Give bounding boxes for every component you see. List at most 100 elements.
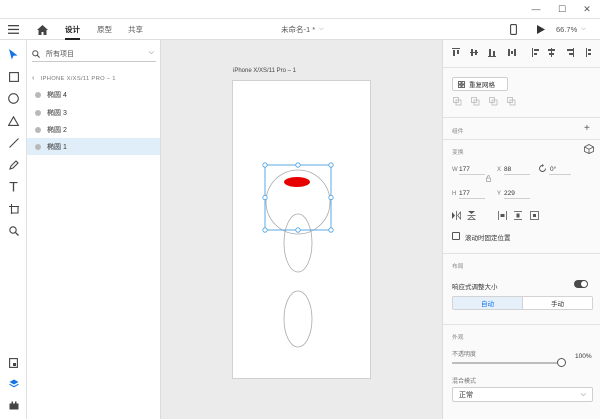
search-filter-label: 所有项目 — [46, 50, 74, 58]
width-value: 177 — [459, 166, 470, 173]
blend-mode-value: 正常 — [459, 391, 473, 399]
artboard-title[interactable]: iPhone X/XS/11 Pro – 1 — [233, 68, 296, 74]
chevron-down-icon: ⌵ — [580, 390, 586, 398]
responsive-resize-label: 响应式调整大小 — [452, 284, 498, 291]
triangle-icon[interactable] — [7, 114, 20, 127]
transform-section-label: 变换 — [452, 150, 464, 156]
minimize-button[interactable]: — — [530, 3, 542, 15]
artboard-icon[interactable] — [7, 202, 20, 215]
artboard[interactable] — [232, 80, 371, 379]
width-label: W — [452, 167, 458, 173]
opacity-slider-track[interactable] — [452, 362, 558, 364]
opacity-slider-thumb[interactable] — [557, 358, 566, 367]
blend-mode-select[interactable]: 正常 ⌵ — [452, 387, 593, 402]
tool-rail — [0, 40, 27, 419]
layer-item-selected[interactable]: 椭圆 1 — [27, 138, 160, 155]
add-component-button[interactable]: + — [584, 123, 590, 134]
title-bar: — ☐ ✕ — [0, 0, 600, 19]
repeat-grid-button[interactable]: 重复网格 — [452, 77, 508, 91]
appearance-section-label: 外观 — [452, 335, 464, 341]
zoom-level[interactable]: 66.7% ⌵ — [556, 19, 586, 40]
close-button[interactable]: ✕ — [581, 3, 593, 15]
ellipse-layer-icon — [35, 109, 41, 116]
resize-handle — [328, 194, 334, 201]
x-label: X — [497, 167, 502, 173]
layer-search[interactable]: 所有项目 ⌵ — [32, 46, 156, 62]
tab-share[interactable]: 共享 — [128, 19, 143, 40]
resize-handle — [295, 227, 301, 233]
x-value: 88 — [504, 166, 512, 173]
layer-item[interactable]: 椭圆 2 — [27, 121, 160, 138]
pen-icon[interactable] — [7, 158, 20, 171]
ellipse-icon[interactable] — [7, 92, 20, 105]
layer-label: 椭圆 2 — [47, 126, 67, 134]
search-icon — [32, 49, 40, 58]
property-inspector: 重复网格 组件 + 变换 W 177 X 88 0° H 177 Y 229 滚… — [442, 40, 600, 419]
resize-handle — [262, 194, 268, 201]
flip-distribute-icons[interactable] — [452, 211, 542, 220]
main-toolbar: 设计 原型 共享 未命名-1 * ⌵ 66.7% ⌵ — [0, 19, 600, 40]
3d-transform-icon[interactable] — [584, 144, 594, 154]
design-canvas[interactable]: iPhone X/XS/11 Pro – 1 — [161, 40, 442, 419]
repeat-grid-icon — [458, 80, 465, 88]
layout-section-label: 布局 — [452, 264, 464, 270]
ellipse-layer-icon — [35, 91, 41, 98]
opacity-label: 不透明度 — [452, 352, 477, 358]
layer-item[interactable]: 椭圆 4 — [27, 86, 160, 103]
lock-aspect-icon[interactable] — [486, 175, 491, 182]
ellipse-layer-icon — [35, 126, 41, 133]
artboard-name: IPHONE X/XS/11 PRO – 1 — [40, 75, 116, 82]
rotate-icon — [538, 164, 547, 173]
ellipse-2 — [283, 213, 313, 273]
blend-mode-label: 混合模式 — [452, 379, 477, 385]
assets-icon[interactable] — [7, 356, 20, 369]
rectangle-icon[interactable] — [7, 70, 20, 83]
resize-manual-option[interactable]: 手动 — [523, 297, 592, 309]
text-icon[interactable] — [7, 180, 20, 193]
artboard-header[interactable]: ‹ IPHONE X/XS/11 PRO – 1 — [32, 75, 116, 82]
responsive-resize-toggle[interactable] — [574, 280, 588, 288]
resize-handle — [328, 227, 334, 233]
ellipse-3 — [283, 290, 313, 348]
chevron-down-icon[interactable]: ⌵ — [149, 49, 154, 57]
line-icon[interactable] — [7, 136, 20, 149]
resize-handle — [328, 162, 334, 168]
device-preview-icon[interactable] — [510, 19, 517, 40]
resize-mode-segmented: 自动 手动 — [452, 296, 593, 310]
hamburger-menu-icon[interactable] — [8, 19, 19, 40]
chevron-down-icon: ⌵ — [581, 26, 586, 32]
selection-box — [264, 164, 332, 231]
layers-panel: 所有项目 ⌵ ‹ IPHONE X/XS/11 PRO – 1 椭圆 4 椭圆 … — [27, 40, 161, 419]
resize-handle — [262, 227, 268, 233]
resize-handle — [262, 162, 268, 168]
height-label: H — [452, 191, 457, 197]
resize-auto-option[interactable]: 自动 — [453, 297, 523, 309]
document-title[interactable]: 未命名-1 * ⌵ — [281, 19, 324, 40]
zoom-icon[interactable] — [7, 224, 20, 237]
chevron-down-icon: ⌵ — [319, 26, 324, 32]
tab-design[interactable]: 设计 — [65, 19, 80, 40]
fix-scroll-checkbox[interactable] — [452, 232, 460, 240]
layer-item[interactable]: 椭圆 3 — [27, 104, 160, 121]
rotation-value: 0° — [550, 166, 557, 173]
layers-icon[interactable] — [7, 377, 20, 390]
ellipse-4-red — [284, 177, 310, 187]
tab-prototype[interactable]: 原型 — [97, 19, 112, 40]
opacity-value[interactable]: 100% — [575, 353, 592, 360]
select-arrow-icon[interactable] — [7, 48, 20, 61]
play-preview-icon[interactable] — [537, 19, 545, 40]
zoom-value: 66.7% — [556, 25, 578, 34]
layer-label: 椭圆 4 — [47, 91, 67, 99]
chevron-left-icon[interactable]: ‹ — [32, 75, 35, 82]
align-toolbar[interactable] — [452, 48, 592, 58]
home-icon[interactable] — [37, 19, 48, 40]
resize-handle — [295, 162, 301, 168]
maximize-button[interactable]: ☐ — [556, 3, 568, 15]
plugins-icon[interactable] — [7, 399, 20, 412]
layer-label: 椭圆 3 — [47, 109, 67, 117]
y-value: 229 — [504, 190, 515, 197]
boolean-ops-icons[interactable] — [453, 97, 519, 106]
artboard-shapes — [262, 162, 334, 348]
height-value: 177 — [459, 190, 470, 197]
components-section-label: 组件 — [452, 129, 464, 135]
